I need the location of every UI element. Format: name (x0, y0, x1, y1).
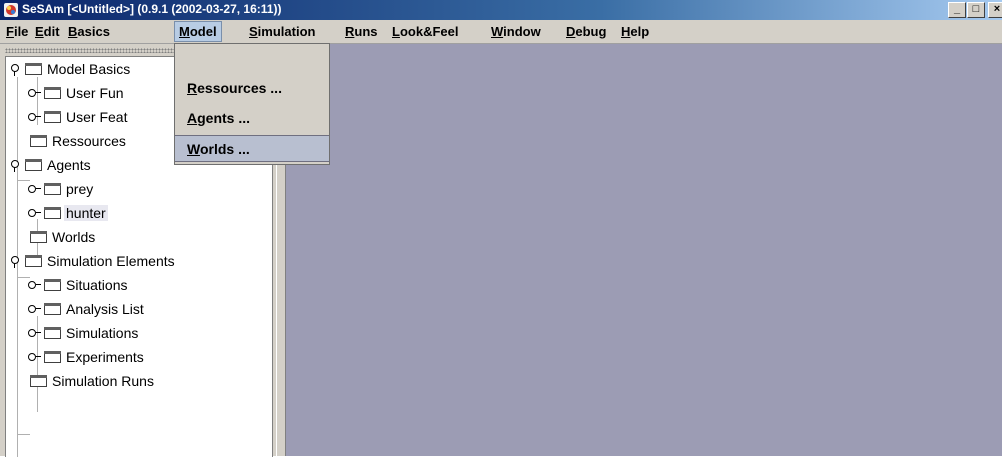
window-controls: _ □ × (947, 2, 1002, 18)
folder-icon (44, 183, 61, 195)
folder-icon (44, 327, 61, 339)
menu-window[interactable]: Window (487, 22, 545, 41)
folder-icon (44, 279, 61, 291)
collapsed-handle-icon[interactable] (28, 111, 41, 123)
folder-icon (25, 159, 42, 171)
folder-icon (30, 135, 47, 147)
maximize-icon: □ (972, 3, 980, 15)
tree-node-worlds[interactable]: Worlds (30, 225, 97, 249)
sesam-app-icon (4, 3, 18, 17)
menu-edit[interactable]: Edit (31, 22, 64, 41)
folder-icon (44, 87, 61, 99)
tree-node-prey[interactable]: prey (28, 177, 95, 201)
tree-node-simulation-elements[interactable]: Simulation Elements (9, 249, 177, 273)
window-title: SeSAm [<Untitled>] (0.9.1 (2002-03-27, 1… (22, 2, 282, 16)
menu-basics[interactable]: Basics (64, 22, 114, 41)
menu-debug[interactable]: Debug (562, 22, 610, 41)
collapsed-handle-icon[interactable] (28, 279, 41, 291)
expanded-handle-icon[interactable] (9, 63, 21, 76)
menu-bar: File Edit Basics Model Simulation Runs L… (0, 20, 1002, 44)
folder-icon (30, 231, 47, 243)
model-menu-dropdown: Ressources ... Agents ... Worlds ... (174, 43, 330, 165)
collapsed-handle-icon[interactable] (28, 351, 41, 363)
menu-runs[interactable]: Runs (341, 22, 382, 41)
close-icon: × (993, 3, 1001, 15)
folder-icon (44, 303, 61, 315)
menu-item-ressources[interactable]: Ressources ... (175, 75, 329, 102)
menu-file[interactable]: File (2, 22, 32, 41)
folder-icon (44, 111, 61, 123)
tree-node-hunter[interactable]: hunter (28, 201, 108, 225)
tree-node-simulations[interactable]: Simulations (28, 321, 140, 345)
folder-icon (44, 351, 61, 363)
tree-node-situations[interactable]: Situations (28, 273, 129, 297)
menu-look-and-feel[interactable]: Look&Feel (388, 22, 462, 41)
folder-icon (30, 375, 47, 387)
title-bar[interactable]: SeSAm [<Untitled>] (0.9.1 (2002-03-27, 1… (0, 0, 1002, 20)
tree-node-user-functions[interactable]: User Fun (28, 81, 126, 105)
tree-connector (18, 434, 30, 435)
tree-node-user-features[interactable]: User Feat (28, 105, 129, 129)
close-button[interactable]: × (988, 2, 1002, 18)
expanded-handle-icon[interactable] (9, 255, 21, 268)
tree-node-simulation-runs[interactable]: Simulation Runs (30, 369, 156, 393)
tree-node-agents[interactable]: Agents (9, 153, 93, 177)
minimize-icon: _ (953, 3, 961, 15)
desktop-area (286, 44, 1002, 456)
collapsed-handle-icon[interactable] (28, 327, 41, 339)
maximize-button[interactable]: □ (967, 2, 985, 18)
tree-node-experiments[interactable]: Experiments (28, 345, 146, 369)
collapsed-handle-icon[interactable] (28, 303, 41, 315)
minimize-button[interactable]: _ (948, 2, 966, 18)
folder-icon (25, 63, 42, 75)
menu-simulation[interactable]: Simulation (245, 22, 319, 41)
folder-icon (44, 207, 61, 219)
collapsed-handle-icon[interactable] (28, 87, 41, 99)
folder-icon (25, 255, 42, 267)
tree-node-analysis-list[interactable]: Analysis List (28, 297, 146, 321)
menu-help[interactable]: Help (617, 22, 653, 41)
menu-item-agents[interactable]: Agents ... (175, 105, 329, 132)
menu-item-worlds[interactable]: Worlds ... (175, 135, 329, 162)
expanded-handle-icon[interactable] (9, 159, 21, 172)
collapsed-handle-icon[interactable] (28, 207, 41, 219)
menu-model[interactable]: Model (174, 21, 222, 42)
tree-node-ressources[interactable]: Ressources (30, 129, 128, 153)
tree-node-model-basics[interactable]: Model Basics (9, 57, 132, 81)
collapsed-handle-icon[interactable] (28, 183, 41, 195)
